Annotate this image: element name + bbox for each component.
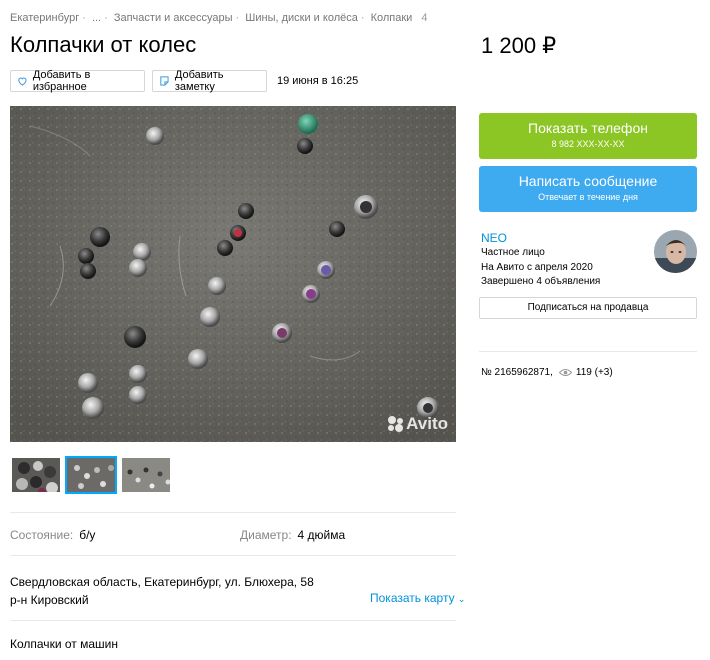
add-note-button[interactable]: Добавить заметку bbox=[152, 69, 267, 93]
district-text: р-н Кировский bbox=[10, 593, 89, 607]
seller-completed: Завершено 4 объявления bbox=[481, 276, 601, 287]
price: 1 200 ₽ bbox=[481, 33, 557, 58]
write-message-label: Написать сообщение bbox=[518, 173, 658, 189]
view-count: 119 (+3) bbox=[575, 367, 613, 378]
param-condition-label: Состояние: bbox=[10, 528, 74, 542]
param-diameter: Диаметр: 4 дюйма bbox=[240, 528, 345, 542]
add-to-favorites-button[interactable]: Добавить в избранное bbox=[10, 69, 145, 93]
watermark-text: Avito bbox=[406, 414, 448, 433]
show-phone-label: Показать телефон bbox=[528, 120, 648, 136]
photo-thumbnails bbox=[10, 456, 172, 494]
thumbnail-2[interactable] bbox=[65, 456, 117, 494]
divider bbox=[10, 555, 456, 556]
divider bbox=[10, 620, 456, 621]
note-icon bbox=[160, 76, 169, 86]
show-map-link[interactable]: Показать карту ⌄ bbox=[370, 591, 465, 605]
divider bbox=[479, 351, 697, 352]
item-number: № 2165962871, bbox=[481, 367, 553, 378]
show-map-label: Показать карту bbox=[370, 591, 455, 605]
breadcrumb-count: 4 bbox=[421, 12, 428, 24]
breadcrumb-city[interactable]: Екатеринбург bbox=[10, 12, 79, 24]
breadcrumb-separator: · bbox=[360, 12, 365, 24]
avito-watermark: Avito bbox=[386, 414, 448, 434]
param-condition-value: б/у bbox=[79, 528, 96, 542]
listing-date: 19 июня в 16:25 bbox=[277, 75, 359, 87]
page-title: Колпачки от колес bbox=[10, 32, 197, 57]
breadcrumb: Екатеринбург · ... · Запчасти и аксессуары… bbox=[10, 12, 428, 24]
breadcrumb-tires[interactable]: Шины, диски и колёса bbox=[245, 12, 358, 24]
show-phone-button[interactable]: Показать телефон 8 982 XXX-XX-XX bbox=[479, 113, 697, 159]
param-diameter-label: Диаметр: bbox=[240, 528, 292, 542]
eye-icon bbox=[558, 369, 572, 376]
param-diameter-value: 4 дюйма bbox=[297, 528, 346, 542]
breadcrumb-separator: · bbox=[82, 12, 86, 24]
avatar[interactable] bbox=[654, 230, 697, 273]
seller-type: Частное лицо bbox=[481, 247, 545, 258]
write-message-button[interactable]: Написать сообщение Отвечает в течение дн… bbox=[479, 166, 697, 212]
breadcrumb-caps[interactable]: Колпаки bbox=[371, 12, 413, 24]
listing-stats: № 2165962871, 119 (+3) bbox=[481, 367, 613, 378]
add-to-favorites-label: Добавить в избранное bbox=[32, 69, 91, 93]
thumbnail-1[interactable] bbox=[10, 456, 62, 494]
photo-image bbox=[10, 106, 456, 442]
add-note-label: Добавить заметку bbox=[174, 69, 224, 93]
subscribe-button[interactable]: Подписаться на продавца bbox=[479, 297, 697, 319]
address-text: Свердловская область, Екатеринбург, ул. … bbox=[10, 575, 314, 589]
seller-since: На Авито с апреля 2020 bbox=[481, 262, 593, 273]
thumbnail-3[interactable] bbox=[120, 456, 172, 494]
divider bbox=[10, 512, 456, 513]
seller-name-link[interactable]: NEO bbox=[481, 231, 507, 245]
param-condition: Состояние: б/у bbox=[10, 528, 95, 542]
main-photo[interactable]: Avito bbox=[10, 106, 456, 442]
breadcrumb-parts[interactable]: Запчасти и аксессуары bbox=[114, 12, 233, 24]
breadcrumb-separator: · bbox=[235, 12, 240, 24]
description-text: Колпачки от машин bbox=[10, 637, 118, 651]
chevron-down-icon: ⌄ bbox=[457, 594, 466, 604]
response-time: Отвечает в течение дня bbox=[538, 192, 638, 202]
heart-icon bbox=[18, 77, 27, 86]
breadcrumb-separator: · bbox=[104, 12, 108, 24]
breadcrumb-ellipsis[interactable]: ... bbox=[92, 12, 101, 24]
address-block: Свердловская область, Екатеринбург, ул. … bbox=[10, 573, 314, 609]
phone-masked: 8 982 XXX-XX-XX bbox=[551, 139, 625, 149]
avito-logo-icon bbox=[388, 416, 404, 432]
